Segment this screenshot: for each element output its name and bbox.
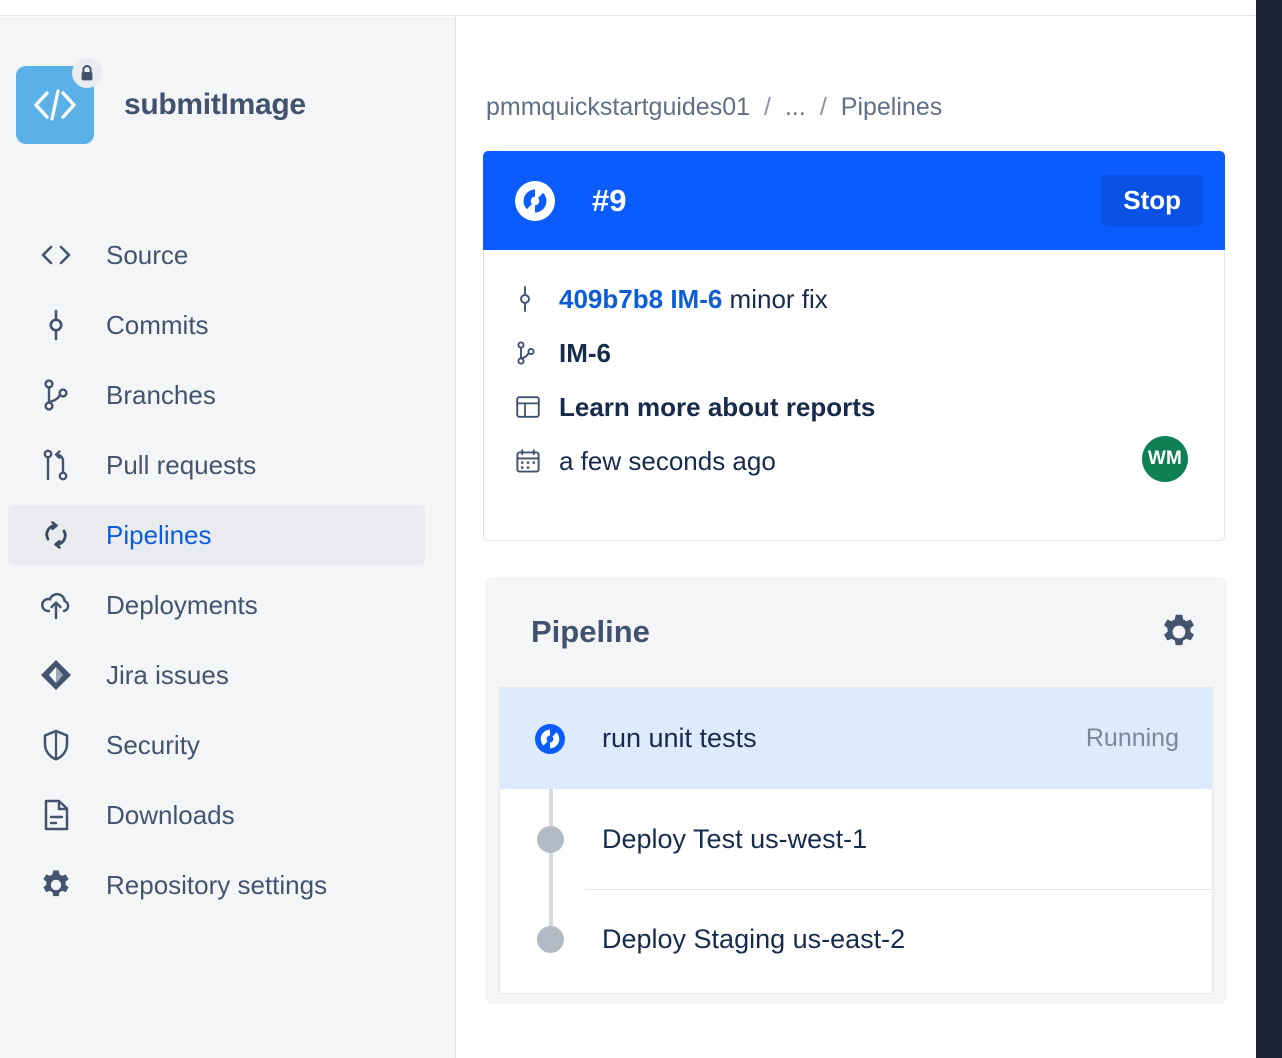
gear-icon bbox=[1160, 613, 1198, 651]
code-icon bbox=[36, 235, 76, 275]
sidebar-nav: Source Commits bbox=[0, 215, 456, 925]
sidebar-item-label: Jira issues bbox=[106, 660, 229, 691]
repository-sidebar: submitImage Source bbox=[0, 17, 456, 1058]
branch-row: IM-6 bbox=[516, 326, 1196, 380]
pending-dot-icon bbox=[529, 918, 571, 960]
pipeline-title: Pipeline bbox=[531, 614, 650, 650]
pipeline-step-label: run unit tests bbox=[602, 723, 757, 754]
pipeline-step-label: Deploy Test us-west-1 bbox=[602, 824, 867, 855]
pipeline-card: Pipeline bbox=[485, 577, 1227, 1004]
top-chrome-strip bbox=[0, 0, 1256, 16]
breadcrumb-separator: / bbox=[820, 93, 827, 122]
branch-link[interactable]: IM-6 bbox=[559, 338, 611, 369]
learn-more-reports-link[interactable]: Learn more about reports bbox=[559, 392, 875, 423]
pending-dot-icon bbox=[529, 818, 571, 860]
pipeline-refresh-icon bbox=[36, 515, 76, 555]
breadcrumb-ellipsis[interactable]: ... bbox=[785, 93, 806, 122]
commit-row: 409b7b8 IM-6 minor fix bbox=[516, 272, 1196, 326]
jira-icon bbox=[36, 655, 76, 695]
stop-button[interactable]: Stop bbox=[1101, 175, 1203, 226]
commit-timestamp: a few seconds ago bbox=[559, 446, 776, 477]
sidebar-item-jira-issues[interactable]: Jira issues bbox=[8, 645, 425, 705]
sidebar-item-label: Downloads bbox=[106, 800, 235, 831]
repository-name: submitImage bbox=[124, 88, 306, 122]
sidebar-item-pull-requests[interactable]: Pull requests bbox=[8, 435, 425, 495]
sidebar-item-source[interactable]: Source bbox=[8, 225, 425, 285]
timestamp-row: a few seconds ago WM bbox=[516, 434, 1196, 488]
sidebar-item-commits[interactable]: Commits bbox=[8, 295, 425, 355]
sidebar-item-security[interactable]: Security bbox=[8, 715, 425, 775]
cloud-upload-icon bbox=[36, 585, 76, 625]
sidebar-item-label: Source bbox=[106, 240, 188, 271]
commit-summary-card: 409b7b8 IM-6 minor fix IM-6 bbox=[483, 250, 1225, 541]
shield-icon bbox=[36, 725, 76, 765]
pull-request-icon bbox=[36, 445, 76, 485]
breadcrumb-separator: / bbox=[764, 93, 771, 122]
lock-icon bbox=[80, 65, 94, 82]
code-brackets-icon bbox=[32, 87, 78, 123]
sidebar-item-repository-settings[interactable]: Repository settings bbox=[8, 855, 425, 915]
commit-issue-link[interactable]: IM-6 bbox=[670, 284, 722, 314]
main-content: pmmquickstartguides01 / ... / Pipelines … bbox=[457, 17, 1256, 1058]
report-panel-icon bbox=[516, 396, 550, 418]
sidebar-item-label: Security bbox=[106, 730, 200, 761]
calendar-icon bbox=[516, 449, 550, 473]
commit-icon bbox=[516, 286, 550, 312]
page-root: submitImage Source bbox=[0, 0, 1282, 1058]
sidebar-item-label: Branches bbox=[106, 380, 216, 411]
breadcrumb-workspace[interactable]: pmmquickstartguides01 bbox=[486, 93, 750, 122]
branch-icon bbox=[516, 341, 550, 365]
pipeline-card-header: Pipeline bbox=[485, 577, 1227, 687]
sidebar-item-label: Deployments bbox=[106, 590, 258, 621]
avatar[interactable]: WM bbox=[1142, 436, 1188, 482]
commit-message: minor fix bbox=[730, 284, 828, 314]
sidebar-item-label: Pipelines bbox=[106, 520, 212, 551]
gear-icon bbox=[36, 865, 76, 905]
pipeline-step-status: Running bbox=[1086, 724, 1179, 753]
sidebar-item-pipelines[interactable]: Pipelines bbox=[8, 505, 425, 565]
pipeline-step-deploy-staging-us-east-2[interactable]: Deploy Staging us-east-2 bbox=[500, 889, 1212, 989]
sidebar-item-branches[interactable]: Branches bbox=[8, 365, 425, 425]
running-spinner-icon bbox=[529, 718, 571, 760]
pipeline-step-deploy-test-us-west-1[interactable]: Deploy Test us-west-1 bbox=[500, 789, 1212, 889]
commit-hash-link[interactable]: 409b7b8 bbox=[559, 284, 663, 314]
build-header: #9 Stop bbox=[483, 151, 1225, 250]
pipeline-steps-list: run unit tests Running Deploy Test us-we… bbox=[499, 687, 1213, 994]
sidebar-item-label: Repository settings bbox=[106, 870, 327, 901]
breadcrumb: pmmquickstartguides01 / ... / Pipelines bbox=[486, 93, 942, 122]
reports-row: Learn more about reports bbox=[516, 380, 1196, 434]
document-icon bbox=[36, 795, 76, 835]
branch-icon bbox=[36, 375, 76, 415]
sidebar-item-label: Commits bbox=[106, 310, 209, 341]
repository-avatar bbox=[16, 66, 94, 144]
running-spinner-icon bbox=[513, 179, 557, 223]
right-dark-rail bbox=[1256, 0, 1282, 1058]
pipeline-settings-button[interactable] bbox=[1155, 608, 1203, 656]
breadcrumb-current: Pipelines bbox=[841, 93, 942, 122]
lock-badge bbox=[72, 58, 102, 88]
repository-header[interactable]: submitImage bbox=[16, 66, 306, 144]
pipeline-step-label: Deploy Staging us-east-2 bbox=[602, 924, 905, 955]
sidebar-item-deployments[interactable]: Deployments bbox=[8, 575, 425, 635]
commit-icon bbox=[36, 305, 76, 345]
sidebar-item-downloads[interactable]: Downloads bbox=[8, 785, 425, 845]
sidebar-item-label: Pull requests bbox=[106, 450, 256, 481]
build-number: #9 bbox=[592, 183, 626, 219]
pipeline-step-run-unit-tests[interactable]: run unit tests Running bbox=[500, 688, 1212, 789]
